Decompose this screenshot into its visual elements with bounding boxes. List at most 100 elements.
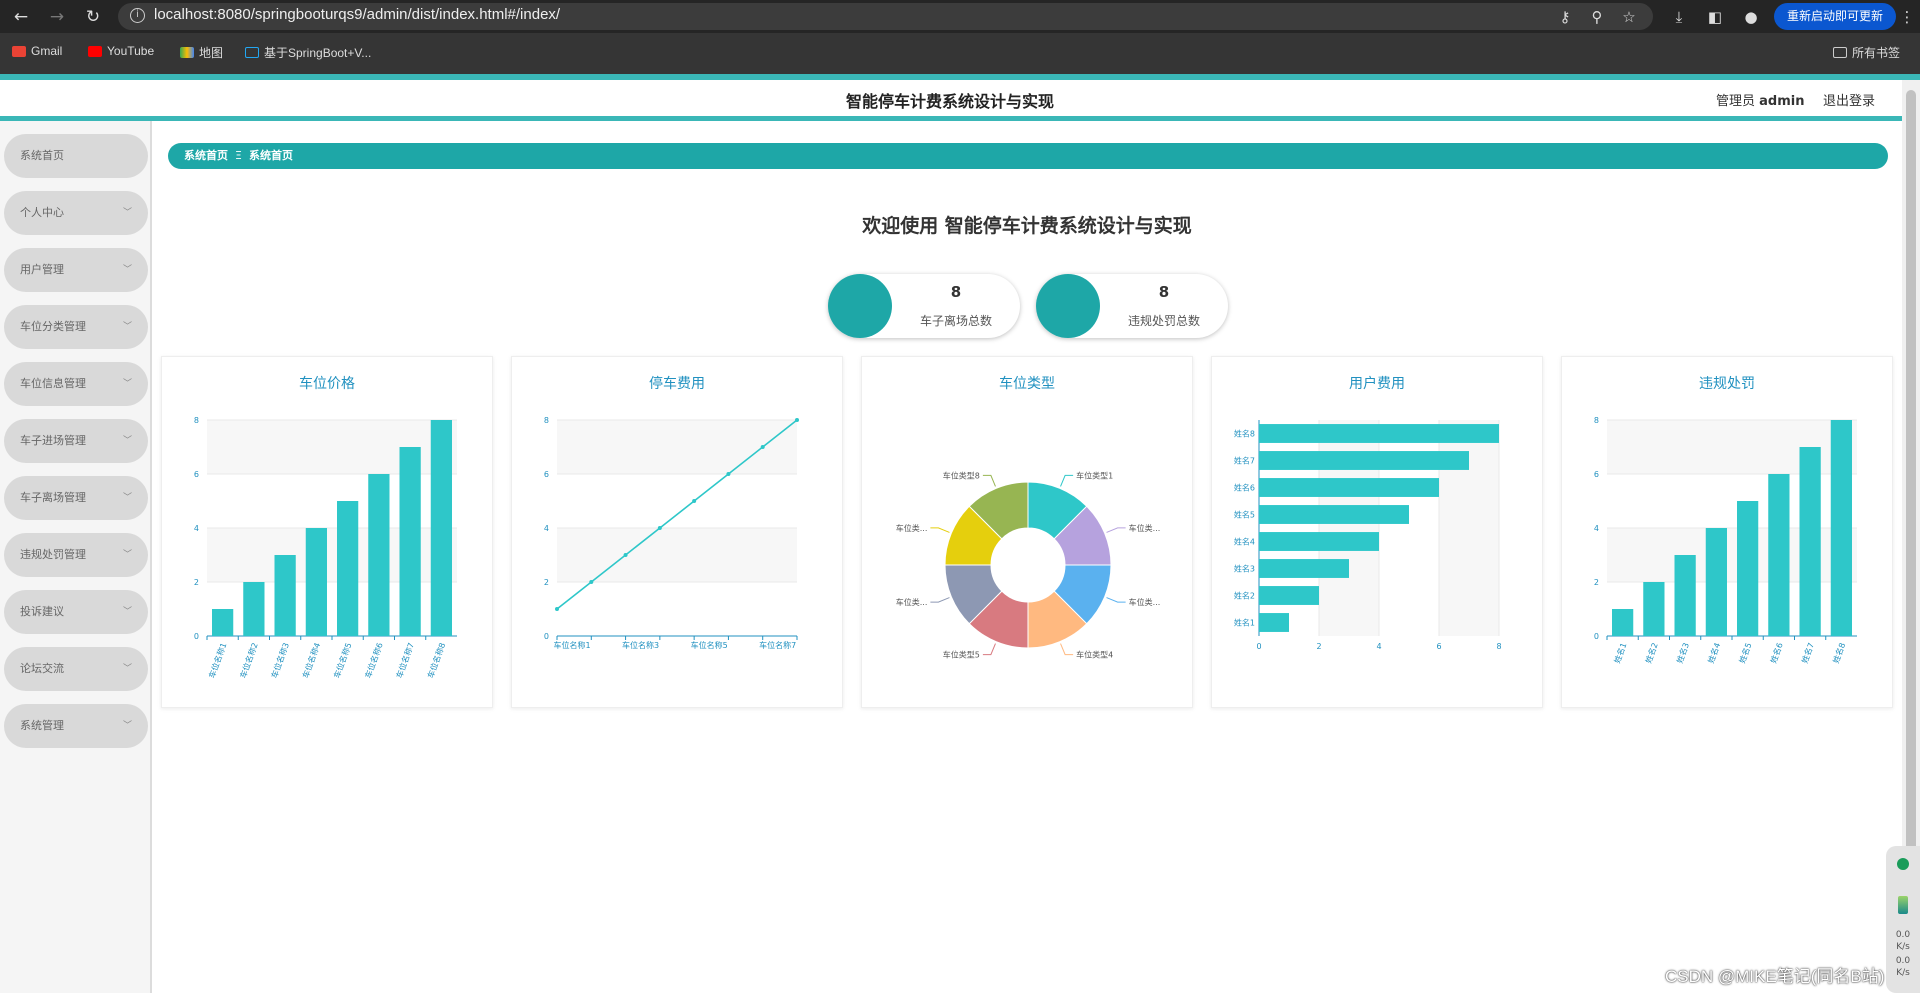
bookmark-gmail[interactable]: Gmail [12, 44, 62, 58]
x-tick-label: 车位名称1 [553, 640, 590, 650]
zoom-icon[interactable]: ⚲ [1586, 6, 1608, 28]
breadcrumb-home[interactable]: 系统首页 [184, 149, 228, 162]
y-tick-label: 姓名1 [1234, 618, 1255, 628]
x-tick-label: 姓名4 [1706, 641, 1723, 664]
sidebar-item[interactable]: 车位信息管理 ﹀ [4, 362, 148, 406]
sidebar-item[interactable]: 违规处罚管理 ﹀ [4, 533, 148, 577]
y-tick-label: 姓名3 [1234, 564, 1255, 574]
label-leader-line [930, 597, 950, 603]
all-bookmarks[interactable]: 所有书签 [1833, 44, 1900, 61]
x-tick-label: 车位名称2 [238, 641, 260, 679]
bar [1259, 532, 1379, 551]
data-point [555, 607, 559, 611]
stat-label: 违规处罚总数 [1127, 314, 1200, 328]
x-tick-label: 车位名称3 [622, 640, 659, 650]
sidebar-item[interactable]: 用户管理 ﹀ [4, 248, 148, 292]
menu-icon[interactable]: ⋮ [1896, 6, 1918, 28]
y-tick-label: 2 [544, 578, 549, 587]
y-tick-label: 0 [544, 632, 549, 641]
scrollbar-thumb[interactable] [1906, 90, 1916, 940]
bookmark-maps[interactable]: 地图 [180, 44, 223, 61]
profile-icon[interactable]: ● [1740, 6, 1762, 28]
sidebar-item-label: 论坛交流 [20, 662, 64, 675]
sidebar-item[interactable]: 个人中心 ﹀ [4, 191, 148, 235]
chevron-down-icon: ﹀ [122, 436, 132, 446]
chevron-down-icon: ﹀ [122, 664, 132, 674]
bookmark-springboot[interactable]: 基于SpringBoot+V... [245, 44, 371, 61]
sidebar-item[interactable]: 论坛交流 ﹀ [4, 647, 148, 691]
reload-icon[interactable]: ↻ [82, 6, 104, 28]
bar [1737, 501, 1759, 636]
bar [1259, 613, 1289, 632]
bar [1259, 586, 1319, 605]
key-icon[interactable]: ⚷ [1554, 6, 1576, 28]
label-leader-line [982, 643, 996, 656]
bookmark-youtube[interactable]: YouTube [88, 44, 154, 58]
sidebar-item[interactable]: 系统管理 ﹀ [4, 704, 148, 748]
y-tick-label: 4 [544, 524, 549, 533]
breadcrumb: 系统首页 Ξ 系统首页 [168, 143, 1888, 169]
battery-icon [1898, 896, 1908, 914]
bar [274, 555, 296, 636]
watermark: CSDN @MIKE笔记(同名B站) [1665, 967, 1885, 986]
chart-card-space-type: 车位类型 车位类型1 车位类... 车位类... 车位类型4 车位类型5 车位类... 车位… [861, 356, 1193, 708]
sidebar-item-label: 车位分类管理 [20, 320, 86, 333]
x-tick-label: 姓名6 [1768, 641, 1785, 664]
bar [368, 474, 390, 636]
x-tick-label: 6 [1436, 642, 1441, 651]
sidebar-item[interactable]: 投诉建议 ﹀ [4, 590, 148, 634]
x-tick-label: 姓名3 [1674, 641, 1691, 664]
url-text[interactable]: localhost:8080/springbooturqs9/admin/dis… [154, 6, 560, 23]
back-icon[interactable]: ← [10, 6, 32, 28]
y-tick-label: 2 [1594, 578, 1599, 587]
sidebar-item[interactable]: 系统首页 [4, 134, 148, 178]
data-point [760, 445, 765, 449]
bar [430, 420, 452, 636]
bar [1259, 559, 1349, 578]
bar [337, 501, 359, 636]
download-icon[interactable]: ⤓ [1668, 6, 1690, 28]
bar [212, 609, 234, 636]
maps-icon [180, 47, 194, 58]
bilibili-icon [245, 47, 259, 58]
x-tick-label: 车位名称5 [331, 641, 353, 679]
sidebar-item[interactable]: 车位分类管理 ﹀ [4, 305, 148, 349]
sidebar-item[interactable]: 车子离场管理 ﹀ [4, 476, 148, 520]
site-info-icon[interactable]: i [130, 8, 145, 23]
label-leader-line [930, 527, 950, 533]
x-tick-label: 车位名称3 [269, 641, 291, 679]
stat-value: 8 [1158, 283, 1170, 301]
forward-icon[interactable]: → [46, 6, 68, 28]
data-point [589, 580, 594, 584]
logout-link[interactable]: 退出登录 [1823, 90, 1875, 109]
network-speed-widget[interactable]: 0.0 K/s 0.0 K/s [1886, 846, 1920, 993]
bar [1612, 609, 1634, 636]
stat-icon-circle [828, 274, 892, 338]
x-tick-label: 0 [1256, 642, 1261, 651]
y-tick-label: 8 [1594, 416, 1599, 425]
y-tick-label: 6 [194, 470, 199, 479]
y-tick-label: 姓名5 [1234, 510, 1255, 520]
x-tick-label: 姓名5 [1737, 641, 1754, 664]
star-icon[interactable]: ☆ [1618, 6, 1640, 28]
stat-icon-circle [1036, 274, 1100, 338]
sidebar-item[interactable]: 车子进场管理 ﹀ [4, 419, 148, 463]
user-fee-chart: 0 2 4 6 8 姓名1 姓名2 姓名3 姓名4 姓名5 姓名6 姓名7 姓名8 [1234, 420, 1502, 651]
chart-card-parking-price: 车位价格 0 2 4 6 8 车位名称1 车位名称2 车位名称3 车位名称4 车位名称5 车位名称6… [161, 356, 493, 708]
slice-label: 车位类型8 [943, 470, 980, 480]
label-leader-line [1060, 643, 1074, 656]
parking-fee-chart: 0 2 4 6 8 车位名称1 车位名称3 车位名称5 车位名称7 [544, 416, 799, 650]
y-tick-label: 姓名4 [1234, 537, 1255, 547]
x-tick-label: 4 [1376, 642, 1381, 651]
sidepanel-icon[interactable]: ◧ [1704, 6, 1726, 28]
bar [1768, 474, 1790, 636]
x-tick-label: 车位名称5 [691, 640, 728, 650]
sidebar-item-label: 系统首页 [20, 149, 64, 162]
gmail-icon [12, 45, 26, 57]
chevron-down-icon: ﹀ [122, 550, 132, 560]
youtube-icon [88, 45, 102, 57]
x-tick-label: 姓名7 [1799, 641, 1816, 664]
data-point [795, 418, 799, 422]
chevron-down-icon: ﹀ [122, 265, 132, 275]
update-button[interactable]: 重新启动即可更新 [1774, 3, 1896, 30]
